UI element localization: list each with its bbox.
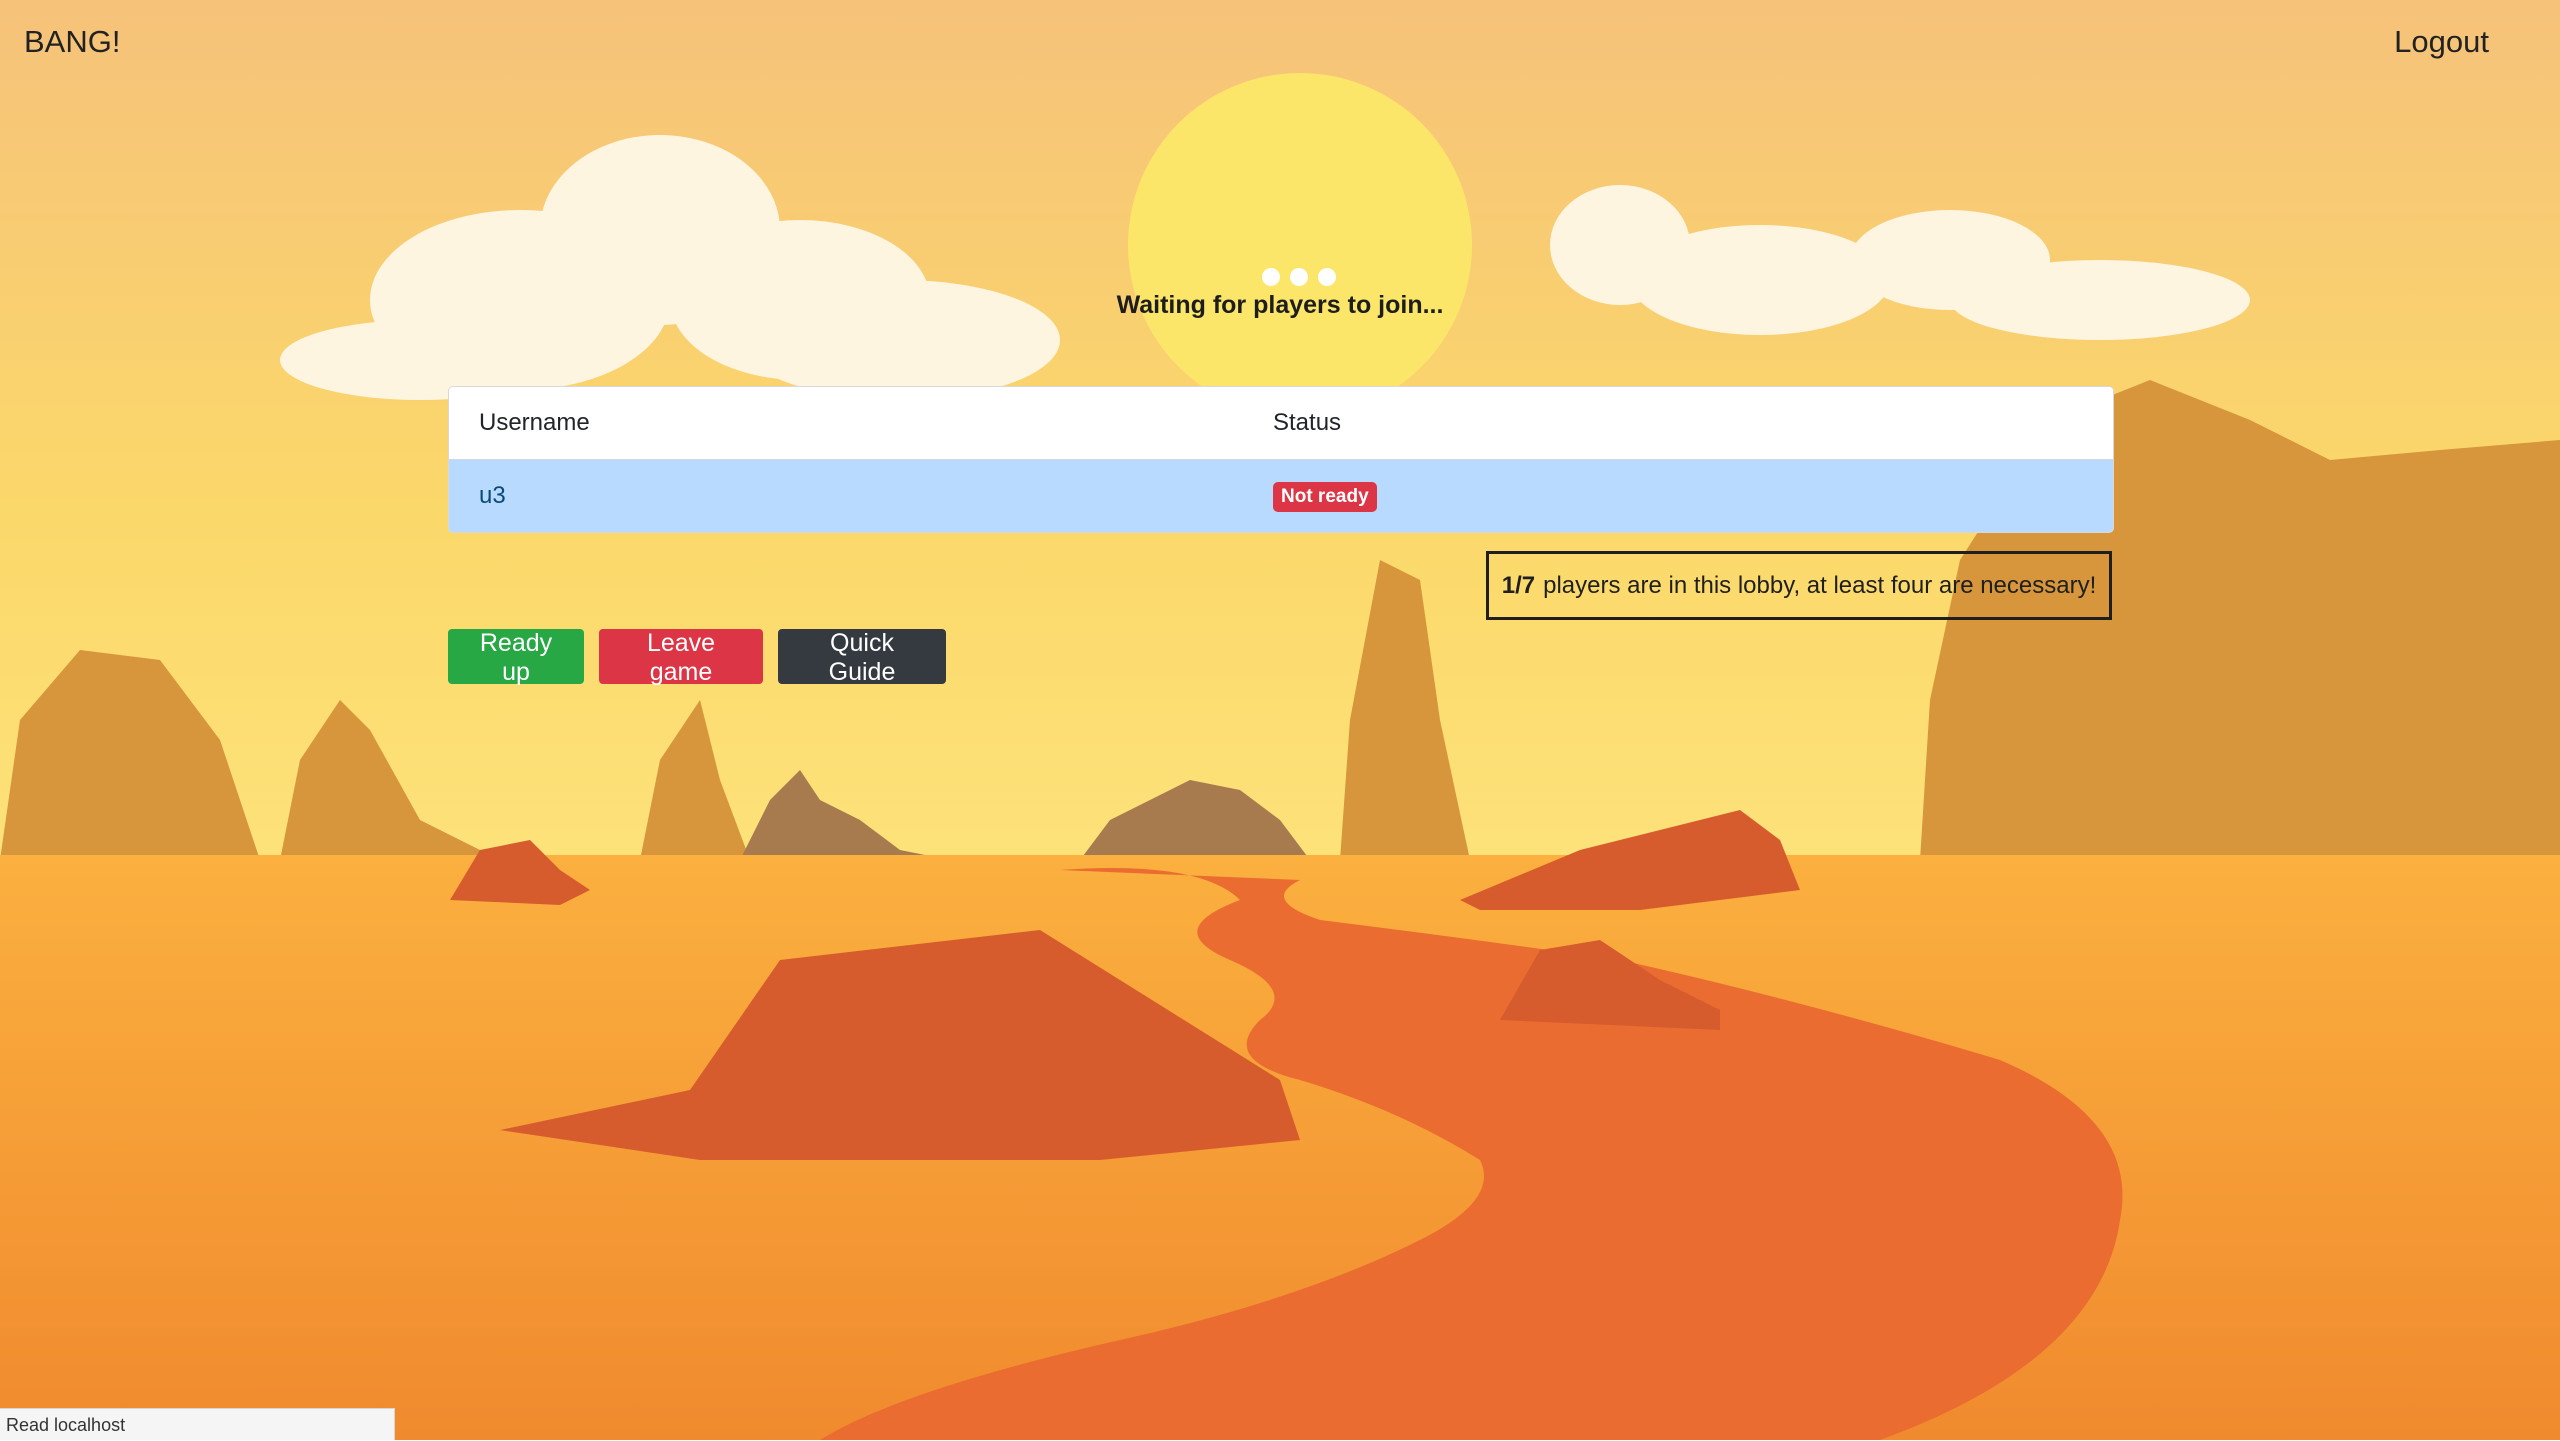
- logout-link[interactable]: Logout: [2394, 24, 2489, 60]
- loading-dots-icon: [1262, 268, 1336, 286]
- loading-dot: [1290, 268, 1308, 286]
- players-table: Username Status u3 Not ready: [448, 386, 2114, 533]
- column-header-status: Status: [1273, 409, 1342, 436]
- desert-background: [0, 0, 2560, 1440]
- player-count: 1/7: [1501, 571, 1536, 599]
- player-username: u3: [479, 482, 506, 509]
- status-badge: Not ready: [1273, 481, 1377, 512]
- app-brand[interactable]: BANG!: [24, 24, 120, 60]
- quick-guide-button[interactable]: Quick Guide: [778, 629, 946, 686]
- loading-dot: [1318, 268, 1336, 286]
- waiting-message: Waiting for players to join...: [1116, 291, 1444, 319]
- ready-up-button[interactable]: Ready up: [448, 629, 584, 686]
- leave-game-button[interactable]: Leave game: [599, 629, 763, 686]
- player-status-cell: Not ready: [1273, 481, 2113, 512]
- table-row: u3 Not ready: [449, 460, 2113, 532]
- column-header-username: Username: [479, 409, 590, 436]
- notice-text: players are in this lobby, at least four…: [1543, 571, 2097, 599]
- table-header: Username Status: [449, 387, 2113, 460]
- loading-dot: [1262, 268, 1280, 286]
- browser-status-bar: Read localhost: [0, 1408, 395, 1440]
- lobby-notice: 1/7 players are in this lobby, at least …: [1486, 551, 2112, 620]
